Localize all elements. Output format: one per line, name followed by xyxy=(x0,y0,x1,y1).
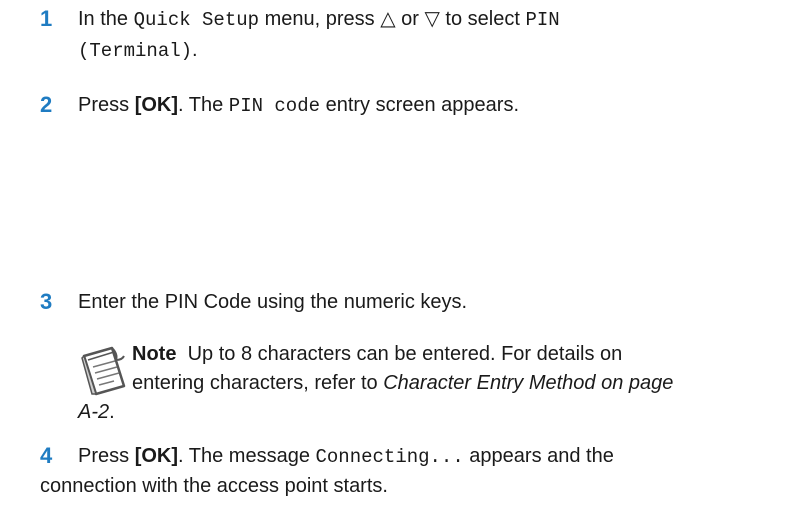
step-text: Press [OK]. The PIN code entry screen ap… xyxy=(78,94,520,117)
step-number: 1 xyxy=(40,6,53,31)
screen-name: PIN code xyxy=(228,95,321,117)
step-text-continued: connection with the access point starts. xyxy=(40,475,388,497)
note-last-line: A-2. xyxy=(78,401,115,423)
status-message: Connecting... xyxy=(315,446,464,468)
step-number: 2 xyxy=(40,92,53,117)
step-text: Press [OK]. The message Connecting... ap… xyxy=(78,445,614,468)
reference-page[interactable]: A-2 xyxy=(78,401,109,423)
note-text: Note Up to 8 characters can be entered. … xyxy=(132,343,674,394)
step-text: In the Quick Setup menu, press △ or ▽ to… xyxy=(78,8,560,62)
menu-option-suffix: (Terminal) xyxy=(78,40,193,62)
ok-key-label: [OK] xyxy=(134,445,179,467)
ok-key-label: [OK] xyxy=(134,94,179,116)
note-icon xyxy=(81,346,126,396)
reference-link[interactable]: Character Entry Method on page xyxy=(383,372,673,394)
menu-name: Quick Setup xyxy=(133,9,260,31)
step-number: 4 xyxy=(40,443,53,468)
menu-option: PIN xyxy=(525,9,560,31)
step-text: Enter the PIN Code using the numeric key… xyxy=(78,291,468,313)
step-number: 3 xyxy=(40,289,53,314)
manual-page: { "steps": [ { "number": "1", "text_a": … xyxy=(0,0,808,515)
note-label: Note xyxy=(132,343,177,365)
